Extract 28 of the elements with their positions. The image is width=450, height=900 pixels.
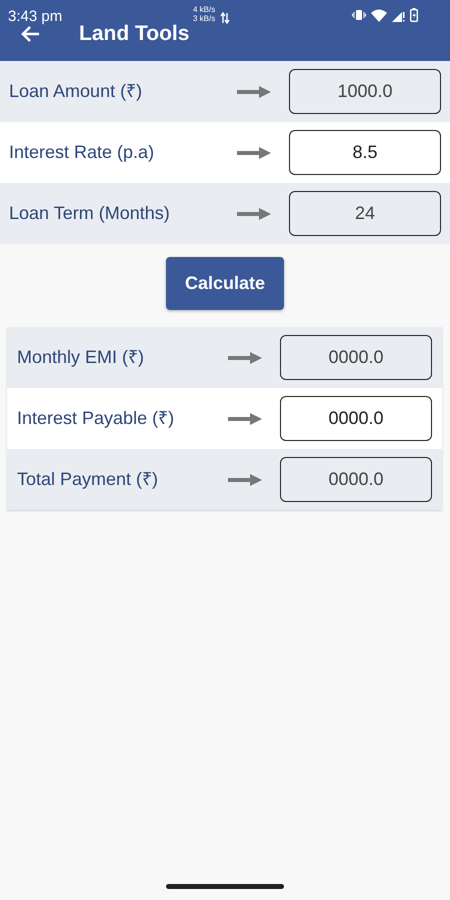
field-label: Loan Term (Months) bbox=[9, 202, 171, 225]
field-label: Loan Amount (₹) bbox=[9, 80, 144, 103]
calculate-button[interactable]: Calculate bbox=[166, 257, 284, 310]
field-label: Interest Rate (p.a) bbox=[9, 141, 156, 164]
result-field[interactable]: 0000.0 bbox=[280, 396, 432, 441]
arrow-icon bbox=[228, 350, 262, 364]
arrow-icon bbox=[237, 206, 271, 220]
vibrate-icon bbox=[352, 9, 366, 21]
input-field[interactable]: 1000.0 bbox=[289, 69, 441, 114]
net-speed-text: 3 kB/s bbox=[193, 14, 216, 23]
result-field[interactable]: 0000.0 bbox=[280, 457, 432, 502]
arrow-icon bbox=[228, 472, 262, 486]
status-time: 3:43 pm bbox=[8, 7, 62, 27]
back-arrow-icon[interactable] bbox=[20, 24, 40, 43]
net-speed-text: 4 kB/s bbox=[193, 5, 216, 14]
battery-icon bbox=[410, 8, 418, 22]
input-field[interactable]: 8.5 bbox=[289, 130, 441, 175]
arrow-icon bbox=[228, 412, 262, 426]
field-label: Monthly EMI (₹) bbox=[17, 346, 146, 369]
field-label: Interest Payable (₹) bbox=[17, 407, 176, 430]
app-title: Land Tools bbox=[79, 21, 190, 47]
field-label: Total Payment (₹) bbox=[17, 468, 160, 491]
arrow-icon bbox=[237, 146, 271, 160]
wifi-icon bbox=[371, 8, 387, 22]
arrow-icon bbox=[237, 84, 271, 98]
data-transfer-icon bbox=[220, 10, 230, 25]
result-field[interactable]: 0000.0 bbox=[280, 335, 432, 380]
input-field[interactable]: 24 bbox=[289, 191, 441, 236]
